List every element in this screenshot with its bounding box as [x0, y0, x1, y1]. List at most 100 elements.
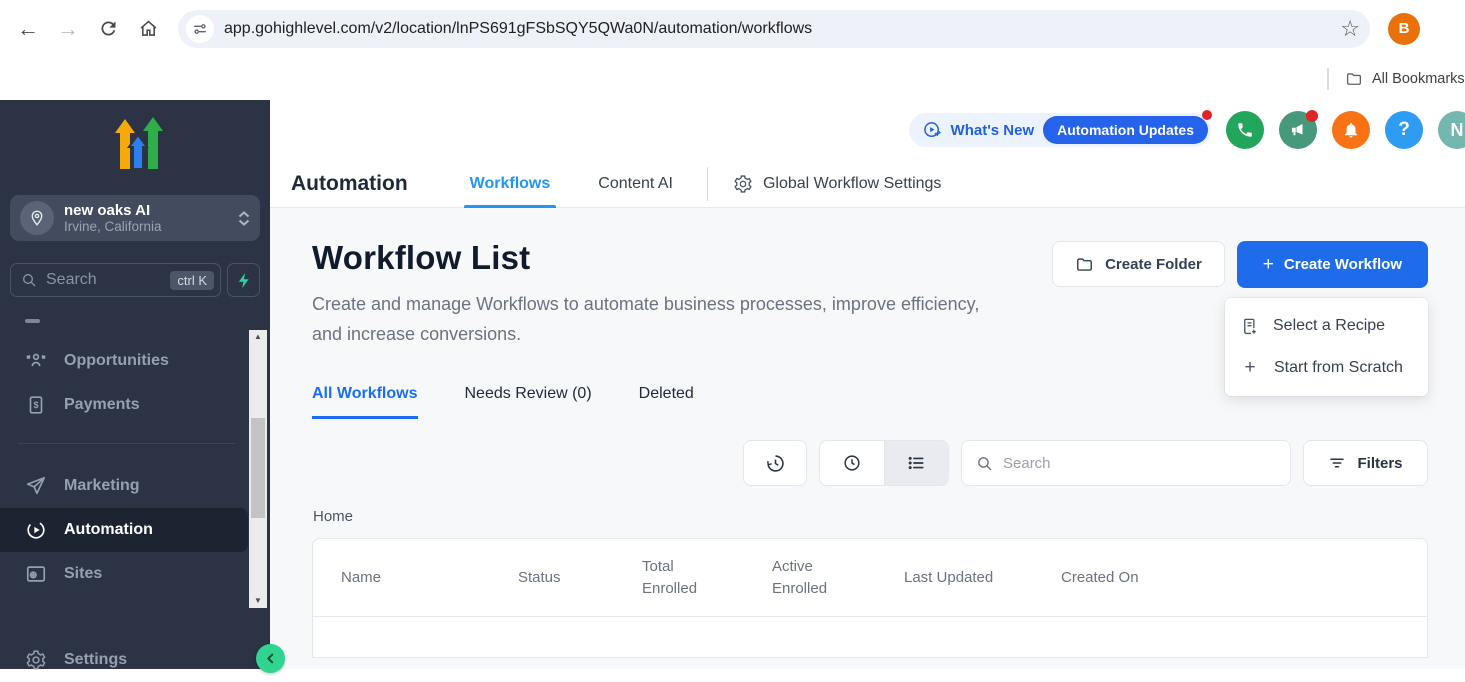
workflow-content: Workflow List Create and manage Workflow… — [270, 209, 1465, 669]
history-icon — [765, 453, 786, 474]
tab-deleted[interactable]: Deleted — [639, 385, 694, 419]
phone-button[interactable] — [1226, 111, 1264, 149]
table-header-row: Name Status Total Enrolled Active Enroll… — [313, 539, 1427, 617]
site-settings-icon[interactable] — [186, 15, 214, 43]
view-toggle-time-option[interactable] — [820, 441, 884, 485]
create-folder-button[interactable]: Create Folder — [1052, 241, 1225, 287]
sidebar-item-label: Marketing — [64, 477, 140, 495]
scrollbar-thumb[interactable] — [251, 418, 265, 518]
sidebar-search-input[interactable]: Search ctrl K — [10, 263, 221, 297]
column-header-last-updated: Last Updated — [904, 567, 1061, 589]
browser-reload-icon[interactable] — [88, 9, 128, 49]
opportunities-icon — [25, 350, 47, 372]
workflow-table: Name Status Total Enrolled Active Enroll… — [312, 538, 1428, 658]
notifications-button[interactable] — [1332, 111, 1370, 149]
sidebar-item-payments[interactable]: $ Payments — [0, 383, 270, 427]
scroll-up-icon[interactable]: ▲ — [254, 330, 262, 344]
tab-content-ai[interactable]: Content AI — [586, 160, 685, 208]
sidebar-item-opportunities[interactable]: Opportunities — [0, 339, 270, 383]
folder-icon — [1075, 255, 1094, 274]
sidebar-nav: Opportunities $ Payments Marketing Autom… — [0, 319, 270, 596]
url-text[interactable]: app.gohighlevel.com/v2/location/lnPS691g… — [224, 20, 1332, 38]
menu-item-label: Select a Recipe — [1273, 317, 1385, 335]
create-workflow-button[interactable]: + Create Workflow — [1237, 241, 1428, 288]
gohighlevel-logo-icon — [0, 100, 270, 175]
sidebar: new oaks AI Irvine, California Search ct… — [0, 100, 270, 669]
recipe-document-icon — [1240, 317, 1259, 336]
global-workflow-settings-label: Global Workflow Settings — [763, 175, 941, 193]
tab-all-workflows[interactable]: All Workflows — [312, 385, 418, 419]
sidebar-item-label: Opportunities — [64, 352, 169, 370]
browser-toolbar: ← → app.gohighlevel.com/v2/location/lnPS… — [0, 0, 1465, 57]
chevron-left-icon — [264, 652, 277, 665]
workflow-search-input[interactable]: Search — [961, 440, 1291, 486]
menu-item-start-from-scratch[interactable]: + Start from Scratch — [1225, 347, 1428, 389]
location-name: new oaks AI — [64, 202, 238, 219]
bookmarks-separator — [1327, 68, 1329, 90]
location-city: Irvine, California — [64, 219, 238, 235]
phone-icon — [1236, 121, 1254, 139]
address-bar[interactable]: app.gohighlevel.com/v2/location/lnPS691g… — [178, 10, 1370, 48]
location-switcher[interactable]: new oaks AI Irvine, California — [10, 195, 260, 241]
sidebar-scrollbar[interactable]: ▲ ▼ — [249, 330, 267, 608]
sidebar-item-automation[interactable]: Automation — [0, 508, 248, 552]
help-button[interactable]: ? — [1385, 111, 1423, 149]
megaphone-icon — [1289, 121, 1307, 139]
question-mark-icon: ? — [1398, 119, 1410, 141]
browser-home-icon[interactable] — [128, 9, 168, 49]
header-separator — [707, 167, 708, 201]
chevron-up-down-icon — [238, 211, 250, 226]
bookmark-star-icon[interactable]: ☆ — [1340, 16, 1360, 42]
sidebar-item-label: Settings — [64, 651, 127, 669]
main-area: What's New Automation Updates ? N Aut — [270, 100, 1465, 669]
browser-forward-icon[interactable]: → — [48, 9, 88, 49]
app-topbar: What's New Automation Updates ? N — [270, 100, 1465, 160]
user-avatar[interactable]: N — [1438, 111, 1465, 149]
column-header-total-enrolled: Total Enrolled — [642, 556, 772, 600]
hero-text: Workflow List Create and manage Workflow… — [312, 239, 1012, 349]
sidebar-item-label: Payments — [64, 396, 140, 414]
quick-actions-button[interactable] — [227, 263, 260, 297]
automation-subheader: Automation Workflows Content AI Global W… — [270, 160, 1465, 208]
tab-needs-review[interactable]: Needs Review (0) — [465, 385, 592, 419]
automation-updates-badge[interactable]: Automation Updates — [1043, 116, 1208, 144]
search-icon — [976, 455, 993, 472]
browser-back-icon[interactable]: ← — [8, 9, 48, 49]
whats-new-pill[interactable]: What's New Automation Updates — [909, 113, 1211, 147]
breadcrumb-home[interactable]: Home — [312, 508, 1428, 525]
view-toggle-list-option[interactable] — [884, 441, 949, 485]
sidebar-search-row: Search ctrl K — [10, 263, 260, 297]
sidebar-item-settings[interactable]: Settings — [0, 638, 248, 682]
bell-icon — [1342, 121, 1360, 139]
svg-text:$: $ — [33, 400, 38, 410]
tab-workflows[interactable]: Workflows — [458, 160, 563, 208]
workflow-list-description: Create and manage Workflows to automate … — [312, 289, 1012, 349]
history-button[interactable] — [743, 440, 807, 486]
notification-dot — [1202, 110, 1212, 120]
settings-gear-icon — [25, 649, 47, 671]
announcements-button[interactable] — [1279, 111, 1317, 149]
ctrl-k-shortcut-badge: ctrl K — [170, 271, 214, 290]
notification-dot — [1306, 110, 1318, 122]
column-header-status: Status — [518, 567, 642, 589]
location-pin-icon — [20, 201, 54, 235]
app-window: new oaks AI Irvine, California Search ct… — [0, 100, 1465, 669]
column-header-created-on: Created On — [1061, 567, 1427, 589]
location-text: new oaks AI Irvine, California — [64, 202, 238, 235]
sidebar-item-marketing[interactable]: Marketing — [0, 464, 270, 508]
sidebar-search-placeholder: Search — [46, 271, 170, 289]
create-workflow-label: Create Workflow — [1284, 256, 1402, 273]
filters-label: Filters — [1357, 455, 1402, 472]
folder-icon — [1348, 73, 1361, 83]
create-folder-label: Create Folder — [1105, 256, 1202, 273]
all-bookmarks-button[interactable]: All Bookmarks — [1345, 70, 1465, 88]
view-toggle — [819, 440, 949, 486]
menu-item-select-a-recipe[interactable]: Select a Recipe — [1225, 305, 1428, 347]
filters-button[interactable]: Filters — [1303, 440, 1428, 486]
sidebar-divider — [18, 443, 235, 444]
browser-profile-avatar[interactable]: B — [1388, 13, 1420, 45]
whats-new-icon — [922, 120, 942, 140]
sidebar-item-sites[interactable]: Sites — [0, 552, 270, 596]
scroll-down-icon[interactable]: ▼ — [254, 594, 262, 608]
global-workflow-settings-link[interactable]: Global Workflow Settings — [733, 174, 941, 194]
